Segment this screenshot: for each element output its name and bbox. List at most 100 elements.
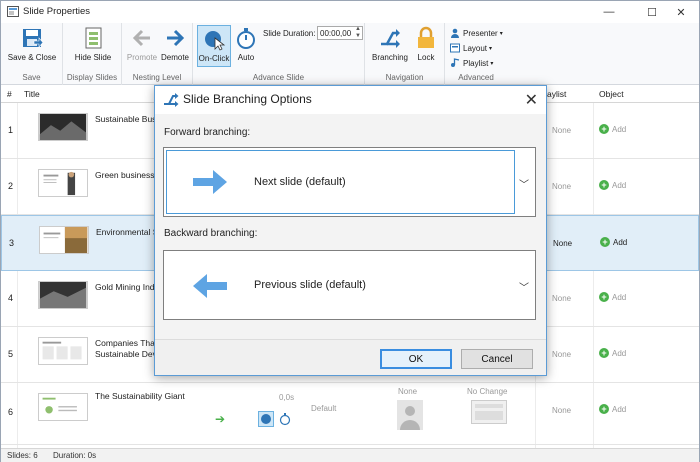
ribbon-group-advance-slide: On-Click Auto Slide Duration: 00:00,00 ▲…	[193, 23, 365, 85]
dialog-close-button[interactable]: ✕	[525, 90, 538, 110]
promote-button[interactable]: Promote	[124, 25, 160, 67]
group-title-navigation: Navigation	[385, 73, 424, 82]
chevron-down-icon: ﹀	[519, 283, 529, 294]
arrow-right-icon	[167, 29, 185, 47]
backward-branching-value: Previous slide (default)	[254, 279, 366, 291]
arrow-left-icon	[132, 29, 150, 47]
spin-up-icon[interactable]: ▲	[355, 26, 361, 32]
close-button[interactable]: ✕	[663, 1, 699, 23]
add-object-button[interactable]: + Add	[599, 348, 626, 358]
arrow-left-icon	[193, 274, 227, 298]
presenter-avatar-placeholder[interactable]	[397, 400, 423, 430]
backward-branching-select[interactable]: Previous slide (default) ﹀	[163, 250, 536, 320]
playlist-value: None	[552, 350, 572, 359]
layout-dropdown[interactable]: Layout ▾	[450, 41, 492, 55]
lock-label: Lock	[417, 53, 435, 62]
dialog-title: Slide Branching Options	[183, 92, 312, 106]
promote-label: Promote	[126, 53, 158, 62]
row-number: 4	[8, 293, 14, 303]
header-object[interactable]: Object	[599, 89, 624, 99]
playlist-value: None	[552, 406, 572, 415]
slide-thumbnail	[39, 226, 89, 254]
slide-thumbnail	[38, 281, 88, 309]
dialog-body: Forward branching: Next slide (default) …	[155, 114, 546, 339]
cancel-button[interactable]: Cancel	[461, 349, 533, 369]
demote-button[interactable]: Demote	[158, 25, 192, 67]
group-title-advance-slide: Advance Slide	[252, 73, 305, 82]
group-title-advanced: Advanced	[458, 73, 494, 82]
playlist-dropdown[interactable]: Playlist ▾	[450, 56, 493, 70]
add-label: Add	[612, 292, 627, 302]
lock-button[interactable]: Lock	[411, 25, 441, 67]
minimize-button[interactable]: —	[591, 1, 627, 23]
presenter-icon	[451, 28, 459, 38]
ribbon-group-display-slides: Hide Slide Display Slides	[63, 23, 122, 85]
save-close-button[interactable]: Save & Close	[7, 25, 57, 67]
auto-button[interactable]: Auto	[233, 25, 259, 67]
save-close-label: Save & Close	[7, 53, 57, 62]
ribbon-group-navigation: Branching Lock Navigation	[365, 23, 445, 85]
slide-title: Sustainable Busi	[95, 114, 159, 124]
hide-slide-button[interactable]: Hide Slide	[69, 25, 117, 67]
slide-thumbnail	[38, 169, 88, 197]
stopwatch-icon	[237, 28, 255, 49]
on-click-button[interactable]: On-Click	[197, 25, 231, 67]
branching-button[interactable]: Branching	[369, 25, 411, 67]
row-number: 3	[9, 238, 15, 248]
plus-icon: +	[599, 348, 609, 358]
header-title[interactable]: Title	[24, 89, 40, 99]
table-row[interactable]: 6 The Sustainability Giant ➔ 0,0s Defaul…	[1, 383, 699, 445]
layout-preview[interactable]	[471, 400, 507, 424]
default-value: Default	[311, 404, 337, 413]
backward-branching-label: Backward branching:	[164, 228, 258, 239]
branching-icon	[381, 29, 400, 48]
title-bar: Slide Properties — ☐ ✕	[1, 1, 699, 23]
slide-title: Green business	[95, 170, 155, 180]
layout-icon	[450, 43, 460, 53]
add-object-button[interactable]: + Add	[600, 237, 627, 247]
dropdown-arrow-icon: ▾	[499, 30, 503, 37]
presenter-dropdown[interactable]: Presenter ▾	[450, 26, 503, 40]
group-title-display-slides: Display Slides	[66, 73, 118, 82]
status-bar: Slides: 6 Duration: 0s	[1, 448, 699, 462]
slide-thumbnail	[38, 393, 88, 421]
ribbon-group-nesting-level: Promote Demote Nesting Level	[122, 23, 193, 85]
plus-icon: +	[599, 404, 609, 414]
window-title: Slide Properties	[23, 6, 91, 17]
spin-down-icon[interactable]: ▼	[355, 33, 361, 39]
presenter-value: None	[398, 387, 418, 396]
header-playlist[interactable]: aylist	[547, 89, 566, 99]
slide-thumbnail	[38, 337, 88, 365]
row-number: 1	[8, 125, 14, 135]
ok-button[interactable]: OK	[380, 349, 452, 369]
add-label: Add	[613, 237, 628, 247]
on-click-label: On-Click	[198, 54, 230, 63]
next-arrow-icon: ➔	[215, 412, 226, 426]
add-object-button[interactable]: + Add	[599, 292, 626, 302]
add-object-button[interactable]: + Add	[599, 124, 626, 134]
add-label: Add	[612, 404, 627, 414]
plus-icon: +	[600, 237, 610, 247]
forward-branching-value: Next slide (default)	[254, 176, 346, 188]
playlist-value: None	[553, 239, 573, 248]
forward-branching-select[interactable]: Next slide (default) ﹀	[163, 147, 536, 217]
app-icon	[7, 6, 19, 17]
slide-duration-input[interactable]: 00:00,00 ▲ ▼	[317, 26, 363, 40]
lock-icon	[418, 26, 434, 48]
auto-label: Auto	[237, 53, 255, 62]
slides-count: Slides: 6	[7, 451, 38, 460]
stopwatch-icon[interactable]	[279, 412, 291, 426]
add-object-button[interactable]: + Add	[599, 404, 626, 414]
on-click-icon	[205, 31, 226, 51]
add-object-button[interactable]: + Add	[599, 180, 626, 190]
slide-thumbnail	[38, 113, 88, 141]
total-duration: Duration: 0s	[53, 451, 97, 460]
slide-title: The Sustainability Giant	[95, 391, 185, 401]
slide-duration-value: 00:00,00	[320, 29, 352, 38]
row-number: 2	[8, 181, 14, 191]
demote-label: Demote	[160, 53, 189, 62]
on-click-toggle[interactable]	[258, 411, 274, 427]
header-num[interactable]: #	[7, 89, 12, 99]
slide-duration-label: Slide Duration:	[263, 29, 316, 38]
playlist-value: None	[552, 294, 572, 303]
